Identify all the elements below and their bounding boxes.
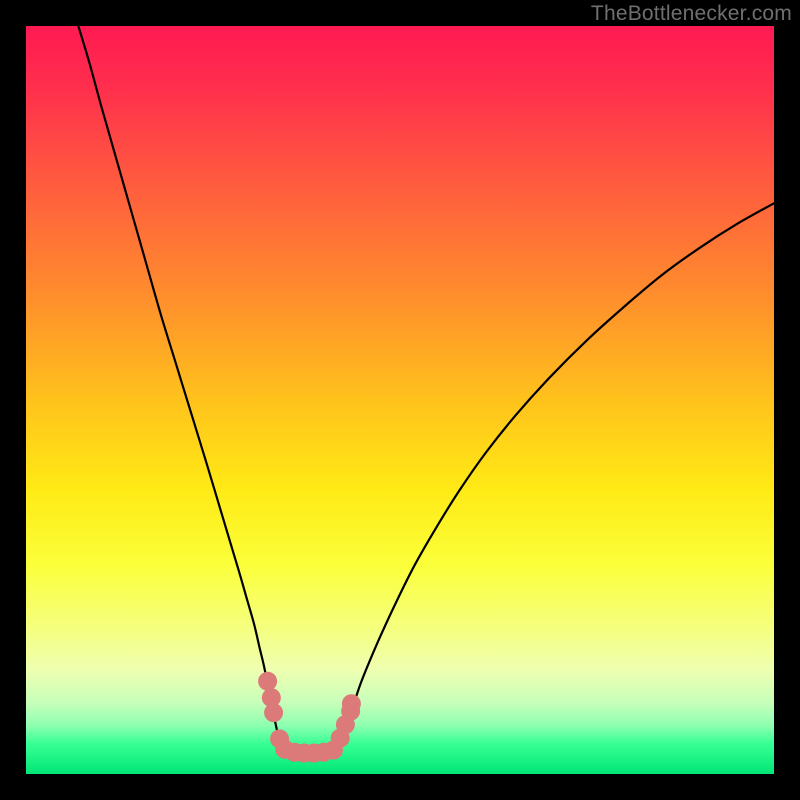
watermark-text: TheBottlenecker.com [591,2,792,26]
chart-frame: TheBottlenecker.com [0,0,800,800]
marker-dot [258,672,277,691]
chart-background [26,26,774,774]
chart-plot [26,26,774,774]
marker-dot [264,703,283,722]
marker-dot [342,694,361,713]
